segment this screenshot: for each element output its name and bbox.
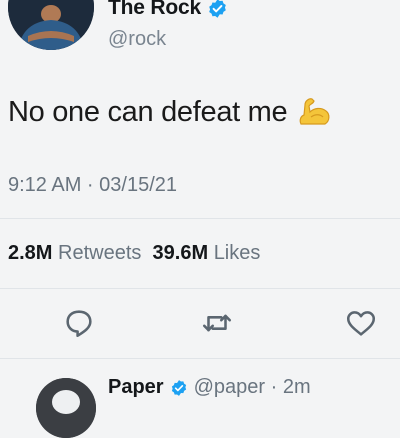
verified-badge-icon — [170, 379, 188, 397]
reply-display-name[interactable]: Paper — [108, 376, 164, 399]
tweet-text-content: No one can defeat me — [8, 95, 288, 128]
handle[interactable]: @rock — [108, 28, 166, 51]
tweet-actions — [0, 304, 400, 344]
reply-header: Paper @paper · 2m — [108, 376, 311, 399]
divider — [0, 218, 400, 219]
heart-icon[interactable] — [344, 306, 378, 340]
retweets-count[interactable]: 2.8M — [8, 242, 52, 264]
reply-avatar[interactable] — [36, 378, 96, 438]
likes-count[interactable]: 39.6M — [153, 242, 209, 264]
retweet-icon[interactable] — [200, 306, 234, 340]
display-name-text[interactable]: The Rock — [108, 0, 201, 20]
comment-icon[interactable] — [62, 306, 96, 340]
flexed-biceps-icon — [295, 90, 335, 130]
divider — [0, 358, 400, 359]
verified-badge-icon — [207, 0, 228, 19]
retweets-label[interactable]: Retweets — [58, 242, 141, 264]
avatar[interactable] — [8, 0, 94, 50]
tweet-text: No one can defeat me — [8, 94, 335, 130]
tweet-stats: 2.8M Retweets 39.6M Likes — [8, 242, 260, 265]
tweet-timestamp[interactable]: 9:12 AM · 03/15/21 — [8, 174, 177, 197]
display-name[interactable]: The Rock — [108, 0, 228, 20]
reply-handle-time[interactable]: @paper · 2m — [194, 376, 311, 399]
divider — [0, 288, 400, 289]
likes-label[interactable]: Likes — [214, 242, 261, 264]
